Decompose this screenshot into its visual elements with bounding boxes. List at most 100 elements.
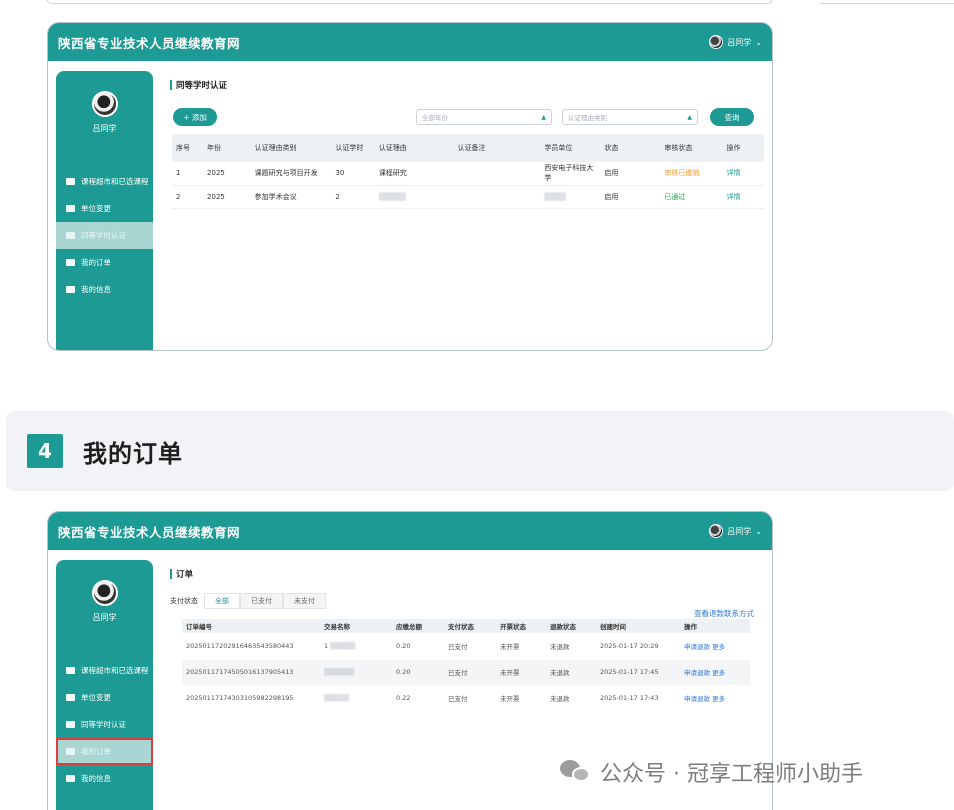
details-link[interactable]: 详情 [722, 185, 764, 209]
folder-icon [66, 232, 75, 239]
toolbar: + 添加 全部年份 ▲ 认证理由类别 ▲ 查询 [170, 106, 762, 134]
cell-reason-redacted: ▒▒▒▒▒ [374, 185, 454, 209]
cell-amount: 0.22 [392, 685, 444, 712]
cell-year: 2025 [203, 162, 251, 186]
folder-icon [66, 694, 75, 701]
profile-name: 吕同学 [92, 124, 117, 133]
refund-request-link[interactable]: 申请退款 [684, 643, 710, 651]
sidebar-item-label: 单位变更 [81, 693, 111, 702]
sidebar: 吕同学 课程超市和已选课程 单位变更 同等学时认证 我的订单 我的信息 [56, 560, 153, 810]
table-row: 20250117202916463543580443 1 ▒▒▒▒▒ 0.20 … [182, 633, 750, 660]
sidebar-item-equivalent-hours[interactable]: 同等学时认证 [56, 222, 153, 249]
previous-screenshot-edge [47, 0, 772, 4]
table-row: 20250117174505016137905413 ▒▒▒▒▒▒ 0.20 已… [182, 659, 750, 686]
cell-no: 2 [172, 185, 204, 209]
cell-order-no: 20250117174505016137905413 [182, 659, 320, 686]
cell-actions: 申请退款 更多 [680, 633, 750, 660]
sidebar-item-my-info[interactable]: 我的信息 [56, 276, 153, 303]
user-name: 吕同学 [727, 526, 752, 536]
folder-icon [66, 721, 75, 728]
cell-order-no: 20250117202916463543580443 [182, 633, 320, 660]
refund-request-link[interactable]: 申请退款 [684, 669, 710, 677]
sidebar-item-label: 我的订单 [81, 747, 111, 756]
cell-remark [453, 185, 541, 209]
sidebar-item-equivalent-hours[interactable]: 同等学时认证 [56, 711, 153, 738]
filter-label: 支付状态 [170, 597, 198, 605]
main-content: 订单 支付状态 全部 已支付 未支付 查看退款联系方式 订单编号 交易名称 应缴… [170, 560, 762, 712]
cell-amount: 0.20 [392, 633, 444, 660]
refund-request-link[interactable]: 申请退款 [684, 695, 710, 703]
user-menu[interactable]: 吕同学 ⌄ [709, 524, 762, 538]
cell-refund-status: 未退款 [546, 659, 596, 686]
col-header: 应缴总额 [392, 619, 444, 633]
col-header: 状态 [600, 134, 661, 162]
col-header: 交易名称 [320, 619, 392, 633]
cell-name: 1 ▒▒▒▒▒ [320, 633, 392, 660]
more-link[interactable]: 更多 [712, 669, 725, 677]
cell-actions: 申请退款 更多 [680, 659, 750, 686]
query-button[interactable]: 查询 [710, 108, 754, 126]
year-select[interactable]: 全部年份 ▲ [416, 109, 552, 125]
more-link[interactable]: 更多 [712, 643, 725, 651]
folder-icon [66, 748, 75, 755]
more-link[interactable]: 更多 [712, 695, 725, 703]
cell-unit: 西安电子科技大学 [540, 162, 601, 186]
page-title-text: 同等学时认证 [176, 81, 228, 91]
refund-contact-link[interactable]: 查看退款联系方式 [694, 608, 754, 619]
folder-icon [66, 775, 75, 782]
cell-amount: 0.20 [392, 659, 444, 686]
app-title: 陕西省专业技术人员继续教育网 [58, 35, 241, 51]
col-header: 操作 [680, 619, 750, 633]
cell-invoice-status: 未开票 [496, 685, 546, 712]
app-header: 陕西省专业技术人员继续教育网 吕同学 ⌄ [48, 23, 772, 61]
add-button[interactable]: + 添加 [173, 108, 217, 126]
tab-unpaid[interactable]: 未支付 [283, 593, 326, 609]
cell-pay-status: 已支付 [444, 685, 496, 712]
user-name: 吕同学 [727, 37, 752, 47]
table-header-row: 序号 年份 认证理由类别 认证学时 认证理由 认证备注 学员单位 状态 审核状态… [172, 134, 764, 162]
sidebar-item-label: 我的信息 [81, 774, 111, 783]
col-header: 订单编号 [182, 619, 320, 633]
tab-paid[interactable]: 已支付 [240, 593, 283, 609]
triangle-down-icon: ▲ [541, 113, 546, 121]
col-header: 学员单位 [540, 134, 601, 162]
orders-table: 订单编号 交易名称 应缴总额 支付状态 开票状态 退款状态 创建时间 操作 20… [182, 619, 750, 712]
type-select-placeholder: 认证理由类别 [568, 114, 607, 122]
cell-status: 启用 [600, 162, 661, 186]
cell-refund-status: 未退款 [546, 633, 596, 660]
user-menu[interactable]: 吕同学 ⌄ [709, 35, 762, 49]
col-header: 认证备注 [453, 134, 541, 162]
table-row: 2 2025 参加学术会议 2 ▒▒▒▒▒ ▒▒▒▒ 启用 已通过 详情 [172, 185, 764, 209]
sidebar-item-label: 同等学时认证 [81, 720, 126, 729]
col-header: 年份 [203, 134, 251, 162]
cell-name-text: 1 [324, 641, 329, 650]
tab-all[interactable]: 全部 [204, 593, 240, 609]
col-header: 退款状态 [546, 619, 596, 633]
cell-refund-status: 未退款 [546, 685, 596, 712]
section-number: 4 [27, 434, 63, 468]
cell-pay-status: 已支付 [444, 633, 496, 660]
col-header: 支付状态 [444, 619, 496, 633]
cell-invoice-status: 未开票 [496, 659, 546, 686]
folder-icon [66, 667, 75, 674]
sidebar-item-unit-change[interactable]: 单位变更 [56, 684, 153, 711]
cell-hours: 2 [331, 185, 375, 209]
sidebar-item-label: 课程超市和已选课程 [81, 666, 149, 675]
type-select[interactable]: 认证理由类别 ▲ [562, 109, 698, 125]
folder-icon [66, 205, 75, 212]
col-header: 创建时间 [596, 619, 680, 633]
cell-reason: 课程研究 [374, 162, 454, 186]
table-header-row: 订单编号 交易名称 应缴总额 支付状态 开票状态 退款状态 创建时间 操作 [182, 619, 750, 633]
sidebar-item-orders[interactable]: 我的订单 [56, 738, 153, 765]
details-link[interactable]: 详情 [722, 162, 764, 186]
cell-no: 1 [172, 162, 204, 186]
sidebar-item-courses[interactable]: 课程超市和已选课程 [56, 657, 153, 684]
title-accent-bar [170, 80, 172, 90]
sidebar-item-unit-change[interactable]: 单位变更 [56, 195, 153, 222]
sidebar-item-my-info[interactable]: 我的信息 [56, 765, 153, 792]
sidebar-item-orders[interactable]: 我的订单 [56, 249, 153, 276]
wechat-icon [560, 758, 592, 786]
sidebar-item-courses[interactable]: 课程超市和已选课程 [56, 168, 153, 195]
sidebar-item-label: 课程超市和已选课程 [81, 177, 149, 186]
cell-year: 2025 [203, 185, 251, 209]
